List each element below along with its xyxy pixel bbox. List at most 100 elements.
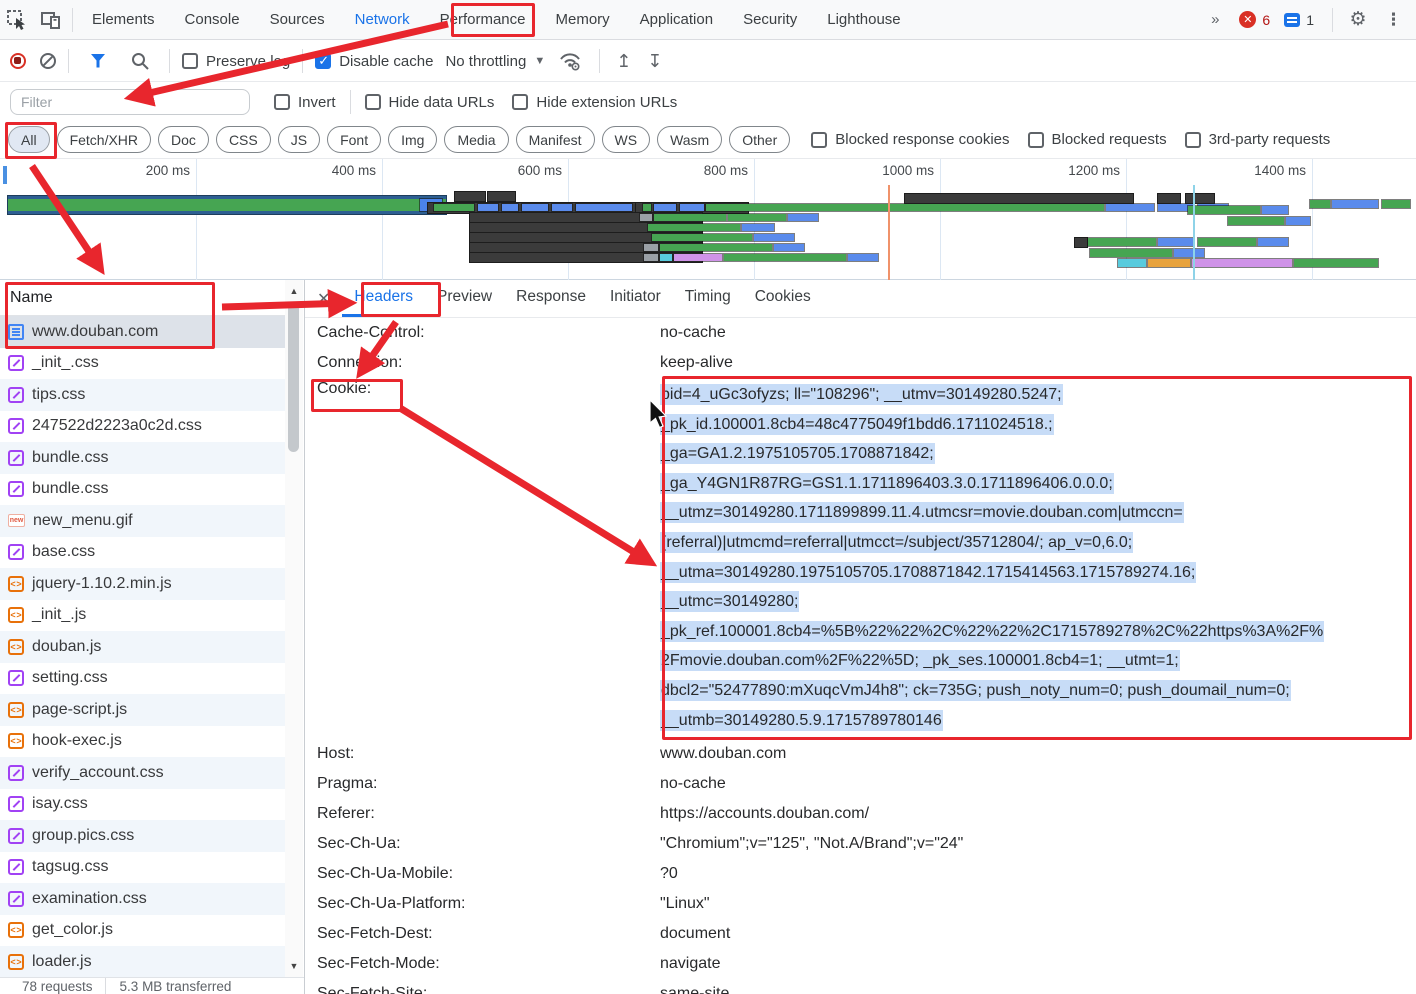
search-icon[interactable] <box>123 47 157 75</box>
chip-css[interactable]: CSS <box>216 126 271 153</box>
scrollbar-thumb[interactable] <box>288 302 299 452</box>
chip-checkbox-3rd-party-requests[interactable]: 3rd-party requests <box>1185 131 1331 148</box>
network-conditions-icon[interactable] <box>553 47 587 75</box>
request-row[interactable]: setting.css <box>0 663 286 695</box>
network-overview-timeline[interactable]: 200 ms400 ms600 ms800 ms1000 ms1200 ms14… <box>0 159 1416 280</box>
overview-request-bar <box>788 214 818 221</box>
kebab-menu-icon[interactable]: ⋮ <box>1379 10 1408 30</box>
chip-wasm[interactable]: Wasm <box>657 126 722 153</box>
checkbox-unchecked[interactable] <box>365 94 381 110</box>
chip-js[interactable]: JS <box>278 126 320 153</box>
import-har-icon[interactable]: ↥ <box>612 51 635 72</box>
details-tab-headers[interactable]: Headers <box>342 280 425 317</box>
chip-checkbox-blocked-requests[interactable]: Blocked requests <box>1028 131 1167 148</box>
network-toolbar: Preserve log Disable cache No throttling… <box>0 41 1416 82</box>
chip-doc[interactable]: Doc <box>158 126 209 153</box>
request-row[interactable]: www.douban.com <box>0 316 286 348</box>
request-row[interactable]: base.css <box>0 537 286 569</box>
error-count: 6 <box>1262 12 1270 28</box>
details-tab-initiator[interactable]: Initiator <box>598 280 673 317</box>
request-row[interactable]: _init_.css <box>0 348 286 380</box>
request-list-scrollbar[interactable]: ▲ ▼ <box>285 280 303 977</box>
request-row[interactable]: tips.css <box>0 379 286 411</box>
record-network-log-button[interactable] <box>10 53 26 69</box>
name-column-header[interactable]: Name <box>0 280 286 316</box>
transferred-size: 5.3 MB transferred <box>105 978 244 994</box>
scroll-down-icon[interactable]: ▼ <box>286 958 302 974</box>
tab-application[interactable]: Application <box>625 0 728 39</box>
scroll-up-icon[interactable]: ▲ <box>286 283 302 299</box>
request-row[interactable]: isay.css <box>0 789 286 821</box>
request-row[interactable]: group.pics.css <box>0 820 286 852</box>
request-row[interactable]: tagsug.css <box>0 852 286 884</box>
tab-sources[interactable]: Sources <box>255 0 340 39</box>
preserve-log-checkbox[interactable]: Preserve log <box>182 53 290 70</box>
request-row[interactable]: < >hook-exec.js <box>0 726 286 758</box>
overview-request-bar <box>1090 249 1172 257</box>
checkbox-unchecked[interactable] <box>274 94 290 110</box>
checkbox-unchecked[interactable] <box>1185 132 1201 148</box>
close-details-icon[interactable]: ✕ <box>309 289 338 309</box>
checkbox-unchecked[interactable] <box>811 132 827 148</box>
request-row[interactable]: examination.css <box>0 883 286 915</box>
request-row[interactable]: 247522d2223a0c2d.css <box>0 411 286 443</box>
header-value: same-site <box>660 985 729 994</box>
request-row[interactable]: bundle.css <box>0 474 286 506</box>
chip-checkbox-blocked-response-cookies[interactable]: Blocked response cookies <box>811 131 1009 148</box>
request-name: base.css <box>32 543 95 561</box>
chip-fetch-xhr[interactable]: Fetch/XHR <box>57 126 151 153</box>
js-file-icon: < > <box>8 607 24 623</box>
chip-media[interactable]: Media <box>444 126 508 153</box>
cookie-value-block[interactable]: bid=4_uGc3ofyzs; ll="108296"; __utmv=301… <box>660 380 1408 735</box>
inspect-element-icon[interactable] <box>0 6 34 34</box>
chip-ws[interactable]: WS <box>602 126 651 153</box>
request-row[interactable]: < >jquery-1.10.2.min.js <box>0 568 286 600</box>
request-row[interactable]: bundle.css <box>0 442 286 474</box>
tab-elements[interactable]: Elements <box>77 0 170 39</box>
css-glyph <box>8 544 24 560</box>
throttling-dropdown[interactable]: No throttling ▼ <box>445 53 545 70</box>
request-row[interactable]: < >_init_.js <box>0 600 286 632</box>
hide-data-urls-checkbox[interactable]: Hide data URLs <box>365 94 495 111</box>
checkbox-unchecked[interactable] <box>182 53 198 69</box>
clear-network-log-button[interactable] <box>40 53 56 69</box>
checkbox-checked[interactable] <box>315 53 331 69</box>
details-tab-timing[interactable]: Timing <box>673 280 743 317</box>
tab-lighthouse[interactable]: Lighthouse <box>812 0 915 39</box>
tab-network[interactable]: Network <box>340 0 425 39</box>
request-row[interactable]: < >page-script.js <box>0 694 286 726</box>
export-har-icon[interactable]: ↧ <box>643 51 666 72</box>
invert-checkbox[interactable]: Invert <box>274 94 336 111</box>
chip-manifest[interactable]: Manifest <box>516 126 595 153</box>
overview-selection-handle[interactable] <box>3 166 7 184</box>
details-tab-preview[interactable]: Preview <box>425 280 504 317</box>
css-glyph <box>8 387 24 403</box>
chip-font[interactable]: Font <box>327 126 381 153</box>
request-row[interactable]: < >get_color.js <box>0 915 286 947</box>
chip-all[interactable]: All <box>8 126 50 153</box>
tab-performance[interactable]: Performance <box>425 0 541 39</box>
console-status-badges[interactable]: ✕ 6 1 <box>1229 11 1324 28</box>
overview-request-bar <box>742 224 774 231</box>
disable-cache-checkbox[interactable]: Disable cache <box>315 53 433 70</box>
checkbox-unchecked[interactable] <box>512 94 528 110</box>
tab-memory[interactable]: Memory <box>541 0 625 39</box>
filter-input[interactable] <box>10 89 250 115</box>
hide-extension-urls-checkbox[interactable]: Hide extension URLs <box>512 94 677 111</box>
device-toolbar-icon[interactable] <box>34 6 68 34</box>
request-row[interactable]: < >douban.js <box>0 631 286 663</box>
request-row[interactable]: verify_account.css <box>0 757 286 789</box>
tab-console[interactable]: Console <box>170 0 255 39</box>
chip-other[interactable]: Other <box>729 126 790 153</box>
tab-security[interactable]: Security <box>728 0 812 39</box>
checkbox-unchecked[interactable] <box>1028 132 1044 148</box>
filter-funnel-icon[interactable] <box>81 47 115 75</box>
details-tab-response[interactable]: Response <box>504 280 598 317</box>
request-name: 247522d2223a0c2d.css <box>32 417 202 435</box>
request-row[interactable]: newnew_menu.gif <box>0 505 286 537</box>
details-tab-cookies[interactable]: Cookies <box>743 280 823 317</box>
settings-gear-icon[interactable]: ⚙ <box>1341 6 1375 34</box>
chip-img[interactable]: Img <box>388 126 437 153</box>
more-panels-icon[interactable]: » <box>1203 11 1225 28</box>
request-row[interactable]: < >loader.js <box>0 946 286 978</box>
